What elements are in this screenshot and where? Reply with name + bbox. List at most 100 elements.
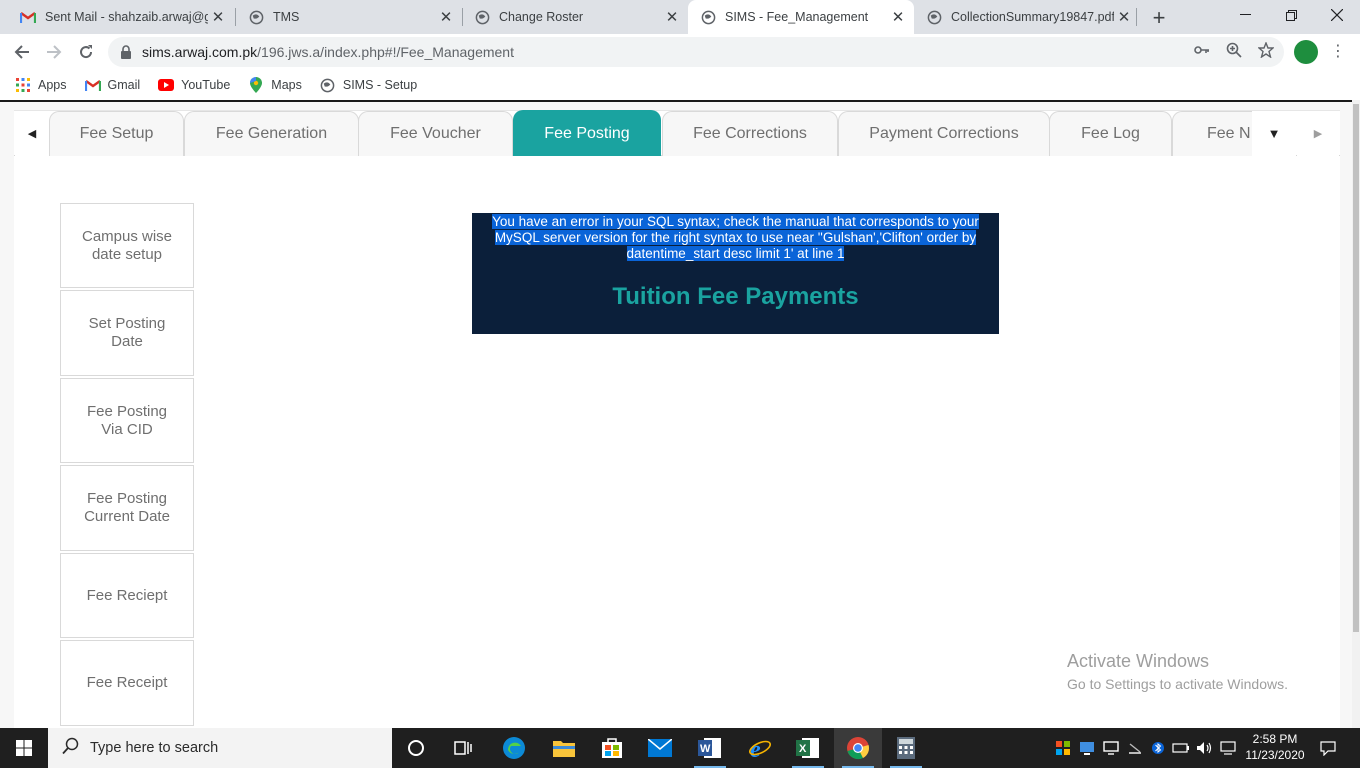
chrome-icon[interactable] [834,728,882,768]
close-window-icon[interactable] [1314,0,1360,30]
youtube-icon [158,77,175,93]
bookmark-label: Apps [38,78,67,92]
browser-tab-collection-summary[interactable]: CollectionSummary19847.pdf ✕ [914,0,1140,34]
close-tab-icon[interactable]: ✕ [208,7,228,27]
tab-dropdown-chevron-icon[interactable]: ▼ [1252,111,1296,156]
cortana-icon[interactable] [392,728,440,768]
tab-fee-posting[interactable]: Fee Posting [513,110,661,156]
scrollbar-thumb[interactable] [1353,104,1359,632]
watermark-title: Activate Windows [1067,651,1210,671]
tab-fee-corrections[interactable]: Fee Corrections [662,111,838,156]
tab-fee-log[interactable]: Fee Log [1049,111,1172,156]
browser-tab-title: Sent Mail - shahzaib.arwaj@gr [45,10,208,24]
watermark-subtitle: Go to Settings to activate Windows. [1067,676,1288,692]
internet-explorer-icon[interactable]: e [736,728,784,768]
input-language-icon[interactable] [1218,728,1238,768]
notifications-icon[interactable] [1314,728,1342,768]
close-tab-icon[interactable]: ✕ [436,7,456,27]
apps-grid-icon [15,77,31,93]
volume-icon[interactable] [1194,728,1216,768]
close-tab-icon[interactable]: ✕ [1114,7,1134,27]
address-bar[interactable]: sims.arwaj.com.pk/196.jws.a/index.php#!/… [108,37,1284,67]
calculator-icon[interactable] [882,728,930,768]
browser-tab-tms[interactable]: TMS ✕ [236,0,462,34]
new-tab-plus-icon[interactable]: + [1146,5,1172,31]
bookmark-label: Maps [271,78,302,92]
globe-icon [700,9,716,25]
back-arrow-icon[interactable] [8,38,36,66]
activate-windows-watermark: Activate Windows Go to Settings to activ… [1067,651,1288,692]
more-menu-icon[interactable]: ⋮ [1330,41,1346,63]
globe-icon [926,9,942,25]
clock-time: 2:58 PM [1252,732,1298,746]
forward-arrow-icon[interactable] [40,38,68,66]
reload-icon[interactable] [72,38,100,66]
svg-text:W: W [700,743,711,755]
display-icon[interactable] [1100,728,1122,768]
campus-wise-date-setup-button[interactable]: Campus wise date setup [60,203,194,288]
tab-payment-corrections[interactable]: Payment Corrections [838,111,1050,156]
network-monitor-icon[interactable] [1076,728,1098,768]
word-icon[interactable]: W [686,728,734,768]
system-clock[interactable]: 2:58 PM 11/23/2020 [1238,731,1312,763]
zoom-icon[interactable] [1225,41,1243,59]
browser-tab-change-roster[interactable]: Change Roster ✕ [462,0,688,34]
profile-avatar-icon[interactable] [1294,40,1318,64]
key-icon[interactable] [1193,41,1211,59]
microsoft-store-icon[interactable] [588,728,636,768]
restore-icon[interactable] [1268,0,1314,30]
battery-icon[interactable] [1170,728,1192,768]
browser-tab-title: TMS [273,10,300,24]
bookmark-youtube[interactable]: YouTube [158,77,230,93]
bluetooth-icon[interactable] [1148,728,1168,768]
globe-icon [320,77,336,93]
file-explorer-icon[interactable] [540,728,588,768]
browser-tab-title: CollectionSummary19847.pdf [951,10,1114,24]
tuition-fee-payments-panel: You have an error in your SQL syntax; ch… [472,213,999,334]
tab-scroll-left-icon[interactable]: ◀ [15,111,49,156]
browser-tab-title: SIMS - Fee_Management [725,10,869,24]
network-disconnected-icon[interactable] [1124,728,1146,768]
url-path: /196.jws.a/index.php#!/Fee_Management [257,44,514,60]
fee-receipt-button[interactable]: Fee Receipt [60,640,194,726]
excel-icon[interactable]: X [784,728,832,768]
browser-tab-sims-fee-management[interactable]: SIMS - Fee_Management ✕ [688,0,914,34]
tab-fee-n[interactable]: Fee N [1172,111,1262,156]
gmail-icon [84,77,101,93]
browser-toolbar: sims.arwaj.com.pk/196.jws.a/index.php#!/… [0,34,1360,70]
close-tab-icon[interactable]: ✕ [888,7,908,27]
bookmarks-bar: Apps Gmail YouTube Maps SIMS - Setup [0,70,1360,100]
set-posting-date-button[interactable]: Set Posting Date [60,290,194,376]
search-placeholder: Type here to search [90,740,219,756]
bookmark-gmail[interactable]: Gmail [84,77,140,93]
browser-tab-strip: Sent Mail - shahzaib.arwaj@gr ✕ TMS ✕ Ch… [0,0,1360,34]
globe-icon [248,9,264,25]
clock-date: 11/23/2020 [1245,748,1305,762]
security-shield-icon[interactable] [1052,728,1074,768]
tab-fee-setup[interactable]: Fee Setup [49,111,184,156]
bookmark-sims-setup[interactable]: SIMS - Setup [320,77,417,93]
search-icon [62,737,80,760]
bookmark-star-icon[interactable] [1257,41,1275,59]
tab-scroll-right-icon[interactable]: ▶ [1297,111,1339,156]
panel-title: Tuition Fee Payments [612,283,859,310]
edge-icon[interactable] [490,728,538,768]
mail-icon[interactable] [636,728,684,768]
minimize-icon[interactable] [1222,0,1268,30]
bookmark-apps[interactable]: Apps [15,77,67,93]
globe-icon [474,9,490,25]
taskbar-search-box[interactable]: Type here to search [48,728,392,768]
task-view-icon[interactable] [440,728,488,768]
browser-tab-sent-mail[interactable]: Sent Mail - shahzaib.arwaj@gr ✕ [8,0,234,34]
fee-posting-via-cid-button[interactable]: Fee Posting Via CID [60,378,194,463]
maps-pin-icon [248,77,264,93]
windows-start-icon[interactable] [0,728,48,768]
fee-posting-current-date-button[interactable]: Fee Posting Current Date [60,465,194,551]
tab-fee-voucher[interactable]: Fee Voucher [358,111,513,156]
bookmark-label: SIMS - Setup [342,78,418,92]
tab-fee-generation[interactable]: Fee Generation [184,111,359,156]
sql-error-text: You have an error in your SQL syntax; ch… [492,214,979,261]
fee-reciept-button[interactable]: Fee Reciept [60,553,194,638]
close-tab-icon[interactable]: ✕ [662,7,682,27]
bookmark-maps[interactable]: Maps [248,77,302,93]
